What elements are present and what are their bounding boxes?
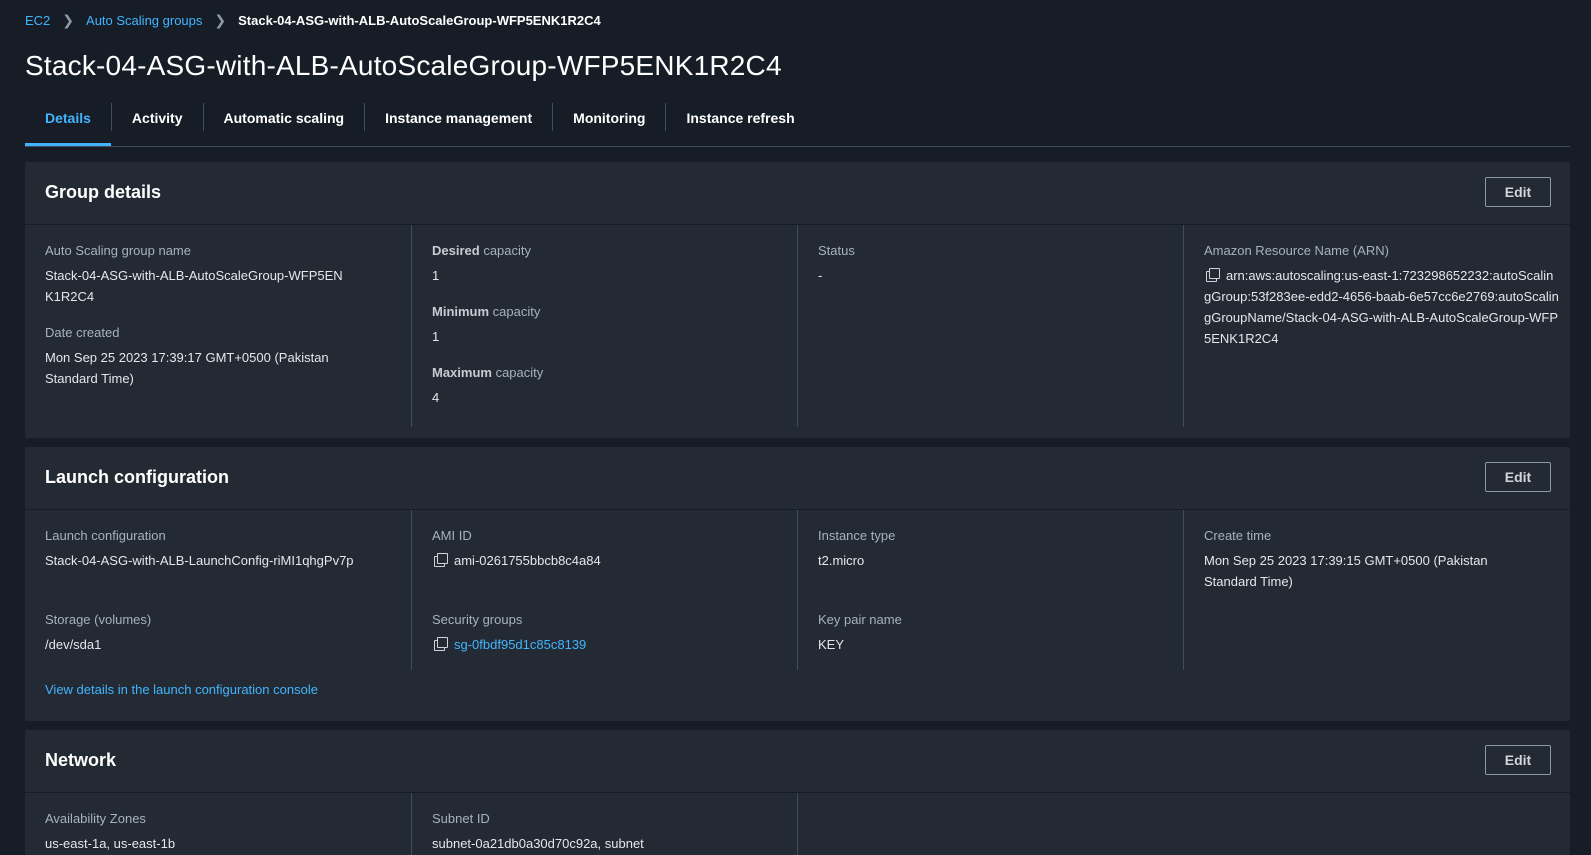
availability-zones-value: us-east-1a, us-east-1b <box>45 836 176 851</box>
breadcrumb-ec2-link[interactable]: EC2 <box>25 13 50 28</box>
lc-name-label: Launch configuration <box>45 528 166 543</box>
status-value: - <box>818 268 823 283</box>
breadcrumb-current: Stack-04-ASG-with-ALB-AutoScaleGroup-WFP… <box>238 13 601 28</box>
group-details-col-1: Auto Scaling group name Stack-04-ASG-wit… <box>25 225 411 427</box>
lc-name-value: Stack-04-ASG-with-ALB-LaunchConfig-riMI1… <box>45 553 354 568</box>
create-time-label: Create time <box>1204 528 1272 543</box>
maximum-capacity-value: 4 <box>432 390 440 405</box>
tab-instance-refresh[interactable]: Instance refresh <box>666 100 814 146</box>
group-details-panel: Group details Edit Auto Scaling group na… <box>25 162 1570 438</box>
launch-config-col-1: Launch configuration Stack-04-ASG-with-A… <box>25 510 411 670</box>
launch-config-panel: Launch configuration Edit Launch configu… <box>25 447 1570 721</box>
minimum-suffix: capacity <box>489 304 541 319</box>
chevron-right-icon: ❯ <box>214 12 227 28</box>
arn-value: arn:aws:autoscaling:us-east-1:7232986522… <box>1204 265 1560 349</box>
copy-icon[interactable] <box>434 637 448 651</box>
instance-type-value: t2.micro <box>818 553 865 568</box>
desired-capacity-value: 1 <box>432 268 440 283</box>
launch-config-header: Launch configuration Edit <box>25 447 1570 510</box>
asg-name-value: Stack-04-ASG-with-ALB-AutoScaleGroup-WFP… <box>45 268 343 304</box>
launch-config-edit-button[interactable]: Edit <box>1485 462 1551 492</box>
network-col-3 <box>797 793 1183 855</box>
page-title: Stack-04-ASG-with-ALB-AutoScaleGroup-WFP… <box>25 50 782 81</box>
network-panel: Network Edit Availability Zones us-east-… <box>25 730 1570 855</box>
group-details-edit-button[interactable]: Edit <box>1485 177 1551 207</box>
instance-type-label: Instance type <box>818 528 896 543</box>
launch-config-col-2: AMI ID ami-0261755bbcb8c4a84 Security gr… <box>411 510 797 670</box>
security-group-link[interactable]: sg-0fbdf95d1c85c8139 <box>454 637 586 652</box>
ami-id-value: ami-0261755bbcb8c4a84 <box>432 550 777 571</box>
network-col-2: Subnet ID subnet-0a21db0a30d70c92a, subn… <box>411 793 797 855</box>
breadcrumb-asg-link[interactable]: Auto Scaling groups <box>86 13 202 28</box>
arn-text: arn:aws:autoscaling:us-east-1:7232986522… <box>1204 268 1559 346</box>
maximum-capacity-label: Maximum capacity <box>432 365 777 380</box>
network-header: Network Edit <box>25 730 1570 793</box>
group-details-title: Group details <box>45 182 162 202</box>
minimum-bold: Minimum <box>432 304 490 319</box>
launch-config-title: Launch configuration <box>45 467 229 487</box>
tab-details[interactable]: Details <box>25 100 111 146</box>
group-details-col-3: Status - <box>797 225 1183 427</box>
desired-capacity-label: Desired capacity <box>432 243 777 258</box>
key-pair-label: Key pair name <box>818 612 902 627</box>
availability-zones-label: Availability Zones <box>45 811 146 826</box>
desired-bold: Desired <box>432 243 480 258</box>
launch-config-col-3: Instance type t2.micro Key pair name KEY <box>797 510 1183 670</box>
maximum-suffix: capacity <box>491 365 544 380</box>
tab-automatic-scaling[interactable]: Automatic scaling <box>204 100 365 146</box>
ami-id-label: AMI ID <box>432 528 472 543</box>
launch-config-col-4: Create time Mon Sep 25 2023 17:39:15 GMT… <box>1183 510 1569 670</box>
storage-value: /dev/sda1 <box>45 637 102 652</box>
tab-instance-management[interactable]: Instance management <box>365 100 552 146</box>
status-label: Status <box>818 243 855 258</box>
ami-id-text: ami-0261755bbcb8c4a84 <box>454 553 601 568</box>
tab-activity[interactable]: Activity <box>112 100 203 146</box>
key-pair-value: KEY <box>818 637 845 652</box>
security-groups-value: sg-0fbdf95d1c85c8139 <box>432 634 777 655</box>
security-groups-label: Security groups <box>432 612 523 627</box>
view-launch-config-link[interactable]: View details in the launch configuration… <box>45 682 318 697</box>
storage-label: Storage (volumes) <box>45 612 152 627</box>
minimum-capacity-label: Minimum capacity <box>432 304 777 319</box>
network-title: Network <box>45 750 117 770</box>
tab-monitoring[interactable]: Monitoring <box>553 100 665 146</box>
group-details-header: Group details Edit <box>25 162 1570 225</box>
page: EC2 ❯ Auto Scaling groups ❯ Stack-04-ASG… <box>0 0 1591 855</box>
copy-icon[interactable] <box>1206 268 1220 282</box>
subnet-id-value: subnet-0a21db0a30d70c92a, subnet <box>432 836 644 851</box>
group-details-col-2: Desired capacity 1 Minimum capacity 1 Ma… <box>411 225 797 427</box>
minimum-capacity-value: 1 <box>432 329 440 344</box>
maximum-bold: Maximum <box>432 365 492 380</box>
subnet-id-label: Subnet ID <box>432 811 490 826</box>
tab-bar: Details Activity Automatic scaling Insta… <box>25 100 1570 147</box>
create-time-value: Mon Sep 25 2023 17:39:15 GMT+0500 (Pakis… <box>1204 553 1488 589</box>
arn-label: Amazon Resource Name (ARN) <box>1204 243 1389 258</box>
chevron-right-icon: ❯ <box>62 12 75 28</box>
asg-name-label: Auto Scaling group name <box>45 243 191 258</box>
group-details-col-4: Amazon Resource Name (ARN) arn:aws:autos… <box>1183 225 1569 427</box>
desired-suffix: capacity <box>479 243 532 258</box>
date-created-value: Mon Sep 25 2023 17:39:17 GMT+0500 (Pakis… <box>45 350 329 386</box>
network-edit-button[interactable]: Edit <box>1485 745 1551 775</box>
breadcrumb: EC2 ❯ Auto Scaling groups ❯ Stack-04-ASG… <box>25 12 601 29</box>
network-col-1: Availability Zones us-east-1a, us-east-1… <box>25 793 411 855</box>
copy-icon[interactable] <box>434 553 448 567</box>
date-created-label: Date created <box>45 325 120 340</box>
